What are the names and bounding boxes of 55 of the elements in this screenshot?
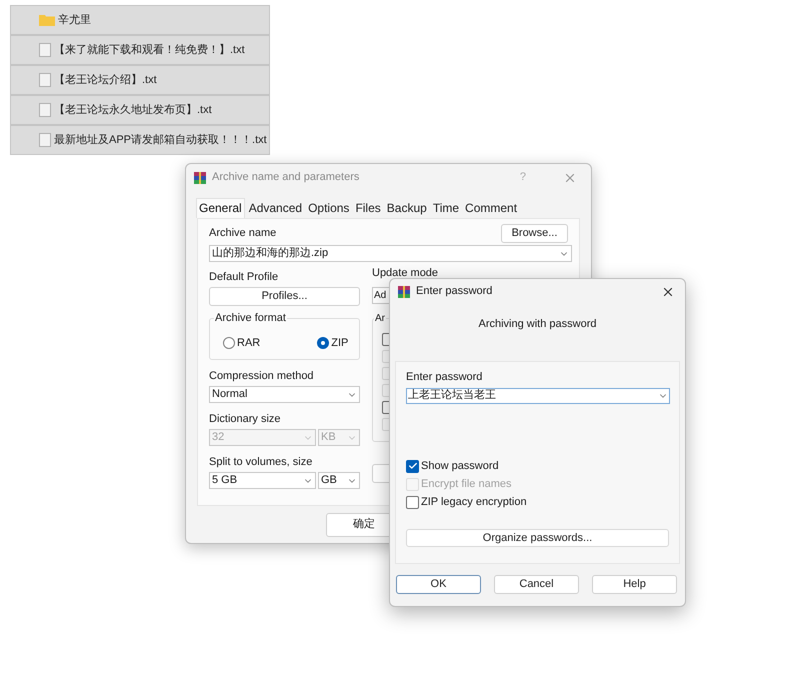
- field-label: Split to volumes, size: [209, 456, 314, 469]
- dialog-subtitle: Archiving with password: [478, 317, 598, 332]
- file-row[interactable]: 【来了就能下载和观看！纯免费！】.txt: [10, 35, 270, 65]
- field-label: Archive name: [209, 227, 276, 240]
- tab[interactable]: Time: [430, 199, 462, 218]
- radio-button[interactable]: [317, 337, 330, 350]
- tab[interactable]: Backup: [384, 199, 429, 218]
- file-name: 【老王论坛永久地址发布页】.txt: [54, 102, 212, 118]
- archive-app-icon: [193, 170, 207, 184]
- browse-button[interactable]: Browse...: [501, 224, 568, 243]
- file-name: 辛尤里: [58, 12, 91, 28]
- archive-name-field[interactable]: 山的那边和海的那边.zip: [209, 245, 572, 262]
- field-label: Enter password: [406, 370, 484, 384]
- tab[interactable]: General: [196, 198, 245, 218]
- split-size-field[interactable]: 5 GB: [209, 472, 316, 489]
- folder-icon: [39, 14, 55, 26]
- dialog-button[interactable]: Help: [592, 574, 677, 594]
- checkbox-label: Show password: [421, 460, 499, 472]
- check-icon: [408, 461, 418, 471]
- profiles-button[interactable]: Profiles...: [209, 287, 360, 306]
- password-field[interactable]: 上老王论坛当老王: [406, 388, 670, 404]
- file-row[interactable]: 【老王论坛介绍】.txt: [10, 65, 270, 95]
- tab[interactable]: Comment: [463, 199, 520, 218]
- tab[interactable]: Advanced: [246, 199, 304, 218]
- file-name: 【来了就能下载和观看！纯免费！】.txt: [54, 42, 245, 58]
- document-icon: [39, 103, 51, 117]
- dialog-button[interactable]: OK: [396, 574, 481, 594]
- document-icon: [39, 43, 51, 57]
- document-icon: [39, 133, 51, 147]
- file-row[interactable]: 辛尤里: [10, 5, 270, 35]
- checkbox-label: Encrypt file names: [421, 478, 512, 490]
- tab[interactable]: Options: [306, 199, 352, 218]
- compression-method-field[interactable]: Normal: [209, 386, 360, 403]
- tab[interactable]: Files: [353, 199, 383, 218]
- file-row[interactable]: 【老王论坛永久地址发布页】.txt: [10, 95, 270, 125]
- checkbox[interactable]: [406, 460, 419, 472]
- radio-option[interactable]: RAR: [223, 335, 260, 352]
- organize-passwords-button[interactable]: Organize passwords...: [406, 528, 669, 546]
- split-unit-field[interactable]: GB: [318, 472, 360, 489]
- field-label: Default Profile: [209, 271, 280, 284]
- field-label: Update mode: [372, 267, 440, 280]
- file-name: 最新地址及APP请发邮箱自动获取！！！.txt: [54, 132, 267, 148]
- radio-button[interactable]: [223, 337, 235, 350]
- file-row[interactable]: 最新地址及APP请发邮箱自动获取！！！.txt: [10, 125, 270, 155]
- field-label: Dictionary size: [209, 413, 282, 426]
- dialog-button[interactable]: Cancel: [494, 574, 579, 594]
- file-name: 【老王论坛介绍】.txt: [54, 72, 157, 88]
- radio-option[interactable]: ZIP: [317, 335, 348, 352]
- document-icon: [39, 73, 51, 87]
- window-title: Archive name and parameters: [212, 170, 360, 186]
- window-title: Enter password: [416, 284, 492, 300]
- field-label: Compression method: [209, 370, 315, 383]
- checkbox[interactable]: [406, 496, 419, 508]
- archive-app-icon: [397, 284, 411, 298]
- checkbox-label: ZIP legacy encryption: [421, 496, 527, 508]
